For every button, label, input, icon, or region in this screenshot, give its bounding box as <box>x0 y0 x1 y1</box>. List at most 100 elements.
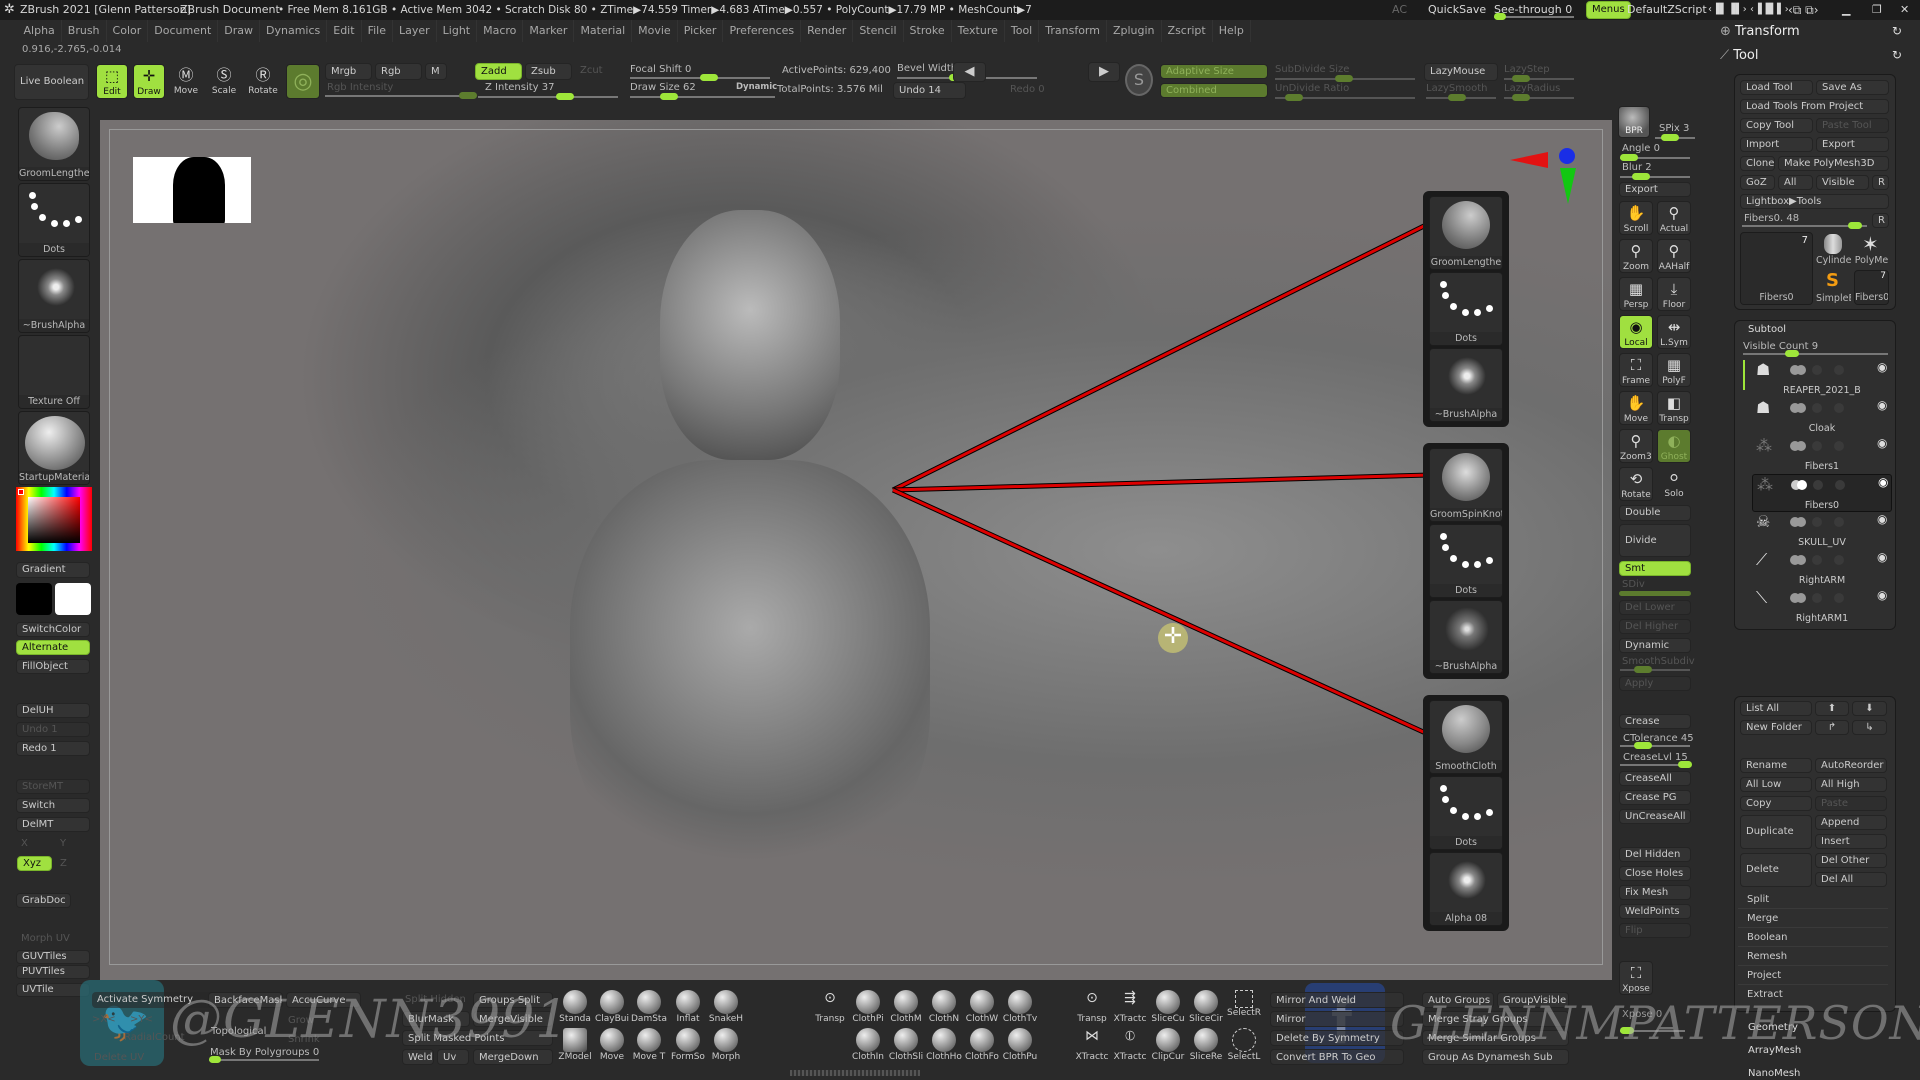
autoreorder-button[interactable]: AutoReorder <box>1815 758 1887 773</box>
folder-out-button[interactable]: ↳ <box>1852 720 1887 735</box>
visibility-eye-icon[interactable]: ◉ <box>1877 360 1887 374</box>
menu-document[interactable]: Document <box>148 20 219 42</box>
transp-button[interactable]: ◧ Transp <box>1657 391 1691 425</box>
paste-subtool-button[interactable]: Paste <box>1815 796 1887 811</box>
menu-transform[interactable]: Transform <box>1039 20 1107 42</box>
move-down-button[interactable]: ⬇ <box>1852 701 1887 716</box>
combined-button[interactable]: Combined <box>1160 83 1268 98</box>
weld-button[interactable]: Weld <box>402 1049 434 1065</box>
angle-knob[interactable] <box>1620 154 1638 161</box>
merge-section[interactable]: Merge <box>1738 910 1888 928</box>
delete-by-symmetry-button[interactable]: Delete By Symmetry <box>1270 1030 1404 1046</box>
folder-in-button[interactable]: ↱ <box>1815 720 1849 735</box>
m-button[interactable]: M <box>425 63 447 80</box>
guvtiles-button[interactable]: GUVTiles <box>16 950 90 964</box>
undo-button[interactable]: Undo 14 <box>893 82 966 99</box>
alternate-button[interactable]: Alternate <box>16 640 90 655</box>
subtool-item[interactable]: ☗ ◉ Cloak <box>1752 398 1892 436</box>
bpr-button[interactable]: BPR <box>1618 106 1650 138</box>
delete-subtool-button[interactable]: Delete <box>1740 853 1812 887</box>
visibility-eye-icon[interactable]: ◉ <box>1877 588 1887 602</box>
move-button[interactable]: Ⓜ Move <box>170 64 202 99</box>
sdiv-slider[interactable] <box>1619 591 1691 596</box>
scroll-button[interactable]: ✋ Scroll <box>1619 201 1653 235</box>
all-low-button[interactable]: All Low <box>1740 777 1812 792</box>
lazyradius-knob[interactable] <box>1512 94 1530 101</box>
del-all-button[interactable]: Del All <box>1815 872 1887 887</box>
subdivide-size-knob[interactable] <box>1335 75 1353 82</box>
brush-snakehook[interactable]: SnakeH <box>704 990 748 1030</box>
deluh-button[interactable]: DelUH <box>16 703 90 718</box>
gradient-button[interactable]: Gradient <box>16 562 90 578</box>
menu-marker[interactable]: Marker <box>523 20 575 42</box>
smt-button[interactable]: Smt <box>1619 561 1691 576</box>
blur-slider[interactable] <box>1620 173 1690 180</box>
paste-tool-button[interactable]: Paste Tool <box>1816 118 1889 133</box>
remesh-section[interactable]: Remesh <box>1738 948 1888 966</box>
rgb-intensity-knob[interactable] <box>459 92 477 99</box>
ctolerance-slider[interactable] <box>1620 742 1690 749</box>
quicksave-button[interactable]: QuickSave <box>1428 0 1486 20</box>
color-saturation-square[interactable] <box>28 497 80 543</box>
y-axis-toggle[interactable]: Y <box>60 838 66 849</box>
brush-clothtwist[interactable]: ClothTv <box>998 990 1042 1030</box>
flip-button[interactable]: Flip <box>1619 923 1691 938</box>
adaptive-size-button[interactable]: Adaptive Size <box>1160 64 1268 79</box>
lazyradius-slider[interactable] <box>1504 94 1574 101</box>
current-tool-knob[interactable] <box>1848 222 1862 229</box>
actual-button[interactable]: ⚲ Actual <box>1657 201 1691 235</box>
draw-size-slider[interactable] <box>630 93 775 100</box>
zcut-button[interactable]: Zcut <box>580 65 603 76</box>
tool-selectlasso[interactable]: SelectL <box>1222 1028 1266 1068</box>
symmetry-y-toggle[interactable]: >Y< <box>130 1014 153 1025</box>
tool-refresh-icon[interactable]: ↻ <box>1892 48 1902 62</box>
subdivide-size-slider[interactable] <box>1275 75 1415 82</box>
symmetry-x-toggle[interactable]: >X< <box>92 1014 116 1025</box>
goz-all-button[interactable]: All <box>1778 175 1813 190</box>
mask-by-polygroups-knob[interactable] <box>209 1056 221 1063</box>
lazymouse-button[interactable]: LazyMouse <box>1424 63 1498 81</box>
save-as-button[interactable]: Save As <box>1816 80 1889 95</box>
list-all-button[interactable]: List All <box>1740 701 1812 716</box>
make-polymesh3d-button[interactable]: Make PolyMesh3D <box>1778 156 1889 171</box>
subtool-scroll-indicator[interactable] <box>1743 360 1745 390</box>
zoom-button[interactable]: ⚲ Zoom <box>1619 239 1653 273</box>
mirror-button[interactable]: Mirror <box>1270 1011 1404 1027</box>
uvtile-button[interactable]: UVTile <box>16 983 90 997</box>
del-other-button[interactable]: Del Other <box>1815 853 1887 868</box>
visibility-eye-icon[interactable]: ◉ <box>1877 550 1887 564</box>
boolean-section[interactable]: Boolean <box>1738 929 1888 947</box>
crease-button[interactable]: Crease <box>1619 714 1691 729</box>
tool-thumb-simplebrush[interactable]: S SimpleE <box>1816 270 1851 305</box>
mergedown-button[interactable]: MergeDown <box>473 1049 553 1065</box>
delmt-button[interactable]: DelMT <box>16 817 90 832</box>
rgb-button[interactable]: Rgb <box>375 63 422 80</box>
zadd-button[interactable]: Zadd <box>475 63 522 80</box>
uncreaseall-button[interactable]: UnCreaseAll <box>1619 809 1691 824</box>
menu-help[interactable]: Help <box>1213 20 1251 42</box>
menu-dynamics[interactable]: Dynamics <box>260 20 328 42</box>
rotate-view-button[interactable]: ⟲ Rotate <box>1619 467 1653 501</box>
append-button[interactable]: Append <box>1815 815 1887 830</box>
see-through-knob[interactable] <box>1494 13 1506 20</box>
xpose-button[interactable]: ⛶ Xpose <box>1619 961 1653 995</box>
local-button[interactable]: ◉ Local <box>1619 315 1653 349</box>
del-lower-button[interactable]: Del Lower <box>1619 600 1691 615</box>
visibility-eye-icon[interactable]: ◉ <box>1877 436 1887 450</box>
export-tool-button[interactable]: Export <box>1816 137 1889 152</box>
subtool-item[interactable]: ⟋ ◉ RightARM <box>1752 550 1892 588</box>
creaselvl-slider[interactable] <box>1620 761 1692 768</box>
floor-button[interactable]: ⤓ Floor <box>1657 277 1691 311</box>
fix-mesh-button[interactable]: Fix Mesh <box>1619 885 1691 900</box>
tool-thumb-fibers0[interactable]: 7 Fibers0 <box>1740 232 1813 305</box>
see-through-slider[interactable]: See-through 0 <box>1494 0 1574 20</box>
menu-brush[interactable]: Brush <box>62 20 107 42</box>
dynamesh-icon[interactable]: S <box>1125 64 1153 96</box>
menu-tool[interactable]: Tool <box>1005 20 1040 42</box>
mrgb-button[interactable]: Mrgb <box>325 63 372 80</box>
switch-button[interactable]: Switch <box>16 798 90 813</box>
menu-picker[interactable]: Picker <box>678 20 724 42</box>
undo-history-back-button[interactable]: ◀ <box>953 62 986 82</box>
fill-object-button[interactable]: FillObject <box>16 659 90 674</box>
alpha-selector[interactable]: ~BrushAlpha <box>18 259 90 333</box>
